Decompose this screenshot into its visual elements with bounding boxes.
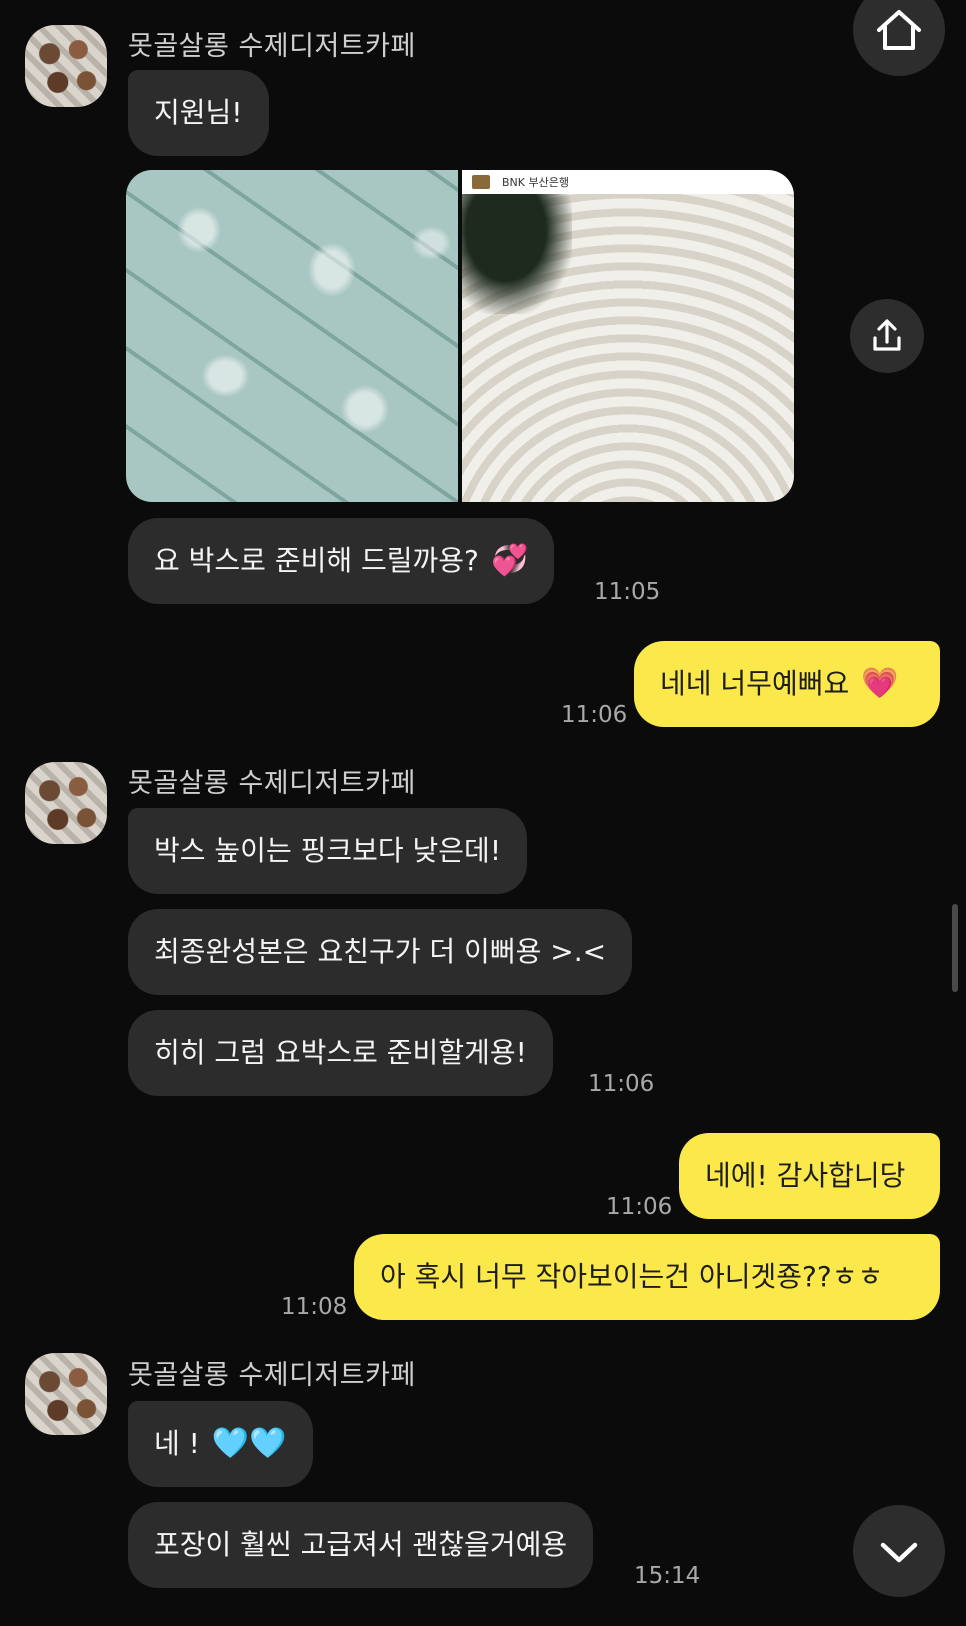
share-icon (873, 319, 901, 351)
sender-name: 못골살롱 수제디저트카페 (128, 768, 416, 799)
message-bubble[interactable]: 네네 너무예뻐요 💗 (634, 641, 940, 727)
hearts-emoji: 💞 (490, 543, 529, 578)
message-bubble[interactable]: 포장이 훨씬 고급져서 괜찮을거예용 (128, 1502, 594, 1588)
sender-name: 못골살롱 수제디저트카페 (128, 31, 416, 62)
sender-name: 못골살롱 수제디저트카페 (128, 1360, 416, 1391)
scrollbar-thumb[interactable] (952, 904, 958, 992)
avatar[interactable] (25, 762, 107, 844)
caption-logo-icon (472, 175, 490, 189)
chevron-down-icon (880, 1542, 918, 1563)
timestamp: 11:05 (594, 579, 661, 605)
message-text: 최종완성본은 요친구가 더 이뻐용 >.< (154, 935, 607, 969)
timestamp: 15:14 (634, 1563, 701, 1589)
message-bubble[interactable]: 네 ! 🩵🩵 (128, 1401, 313, 1487)
timestamp: 11:06 (606, 1194, 673, 1220)
message-text: 네네 너무예뻐요 (660, 667, 850, 701)
scroll-down-button[interactable] (853, 1505, 945, 1597)
message-text: 아 혹시 너무 작아보이는건 아니겟죵??ㅎㅎ (380, 1260, 884, 1294)
message-bubble[interactable]: 아 혹시 너무 작아보이는건 아니겟죵??ㅎㅎ (354, 1234, 940, 1320)
message-text: 포장이 훨씬 고급져서 괜찮을거예용 (154, 1528, 568, 1562)
message-bubble[interactable]: 네에! 감사합니당 (679, 1133, 940, 1219)
avatar[interactable] (25, 1353, 107, 1435)
heart-emoji: 💗 (861, 666, 899, 701)
message-text: 네 ! (154, 1427, 200, 1461)
timestamp: 11:06 (588, 1071, 655, 1097)
message-text: 지원님! (154, 96, 243, 130)
message-text: 요 박스로 준비해 드릴까용? (154, 544, 479, 578)
message-bubble[interactable]: 요 박스로 준비해 드릴까용? 💞 (128, 518, 555, 604)
timestamp: 11:08 (281, 1294, 348, 1320)
message-bubble[interactable]: 히히 그럼 요박스로 준비할게용! (128, 1010, 553, 1096)
share-button[interactable] (850, 299, 924, 373)
home-button[interactable] (853, 0, 945, 76)
caption-text: BNK 부산은행 (502, 176, 569, 189)
message-text: 히히 그럼 요박스로 준비할게용! (154, 1036, 527, 1070)
blue-hearts-emoji: 🩵🩵 (211, 1426, 287, 1461)
home-icon (877, 10, 921, 50)
image-attachment[interactable]: BNK 부산은행 (126, 170, 794, 502)
avatar[interactable] (25, 25, 107, 107)
gift-box-photo[interactable] (126, 170, 458, 502)
message-bubble[interactable]: 박스 높이는 핑크보다 낮은데! (128, 808, 528, 894)
plant-shadow (462, 194, 572, 314)
message-bubble[interactable]: 지원님! (128, 70, 269, 156)
message-bubble[interactable]: 최종완성본은 요친구가 더 이뻐용 >.< (128, 909, 633, 995)
event-boxes-photo[interactable]: BNK 부산은행 (462, 170, 794, 502)
message-text: 박스 높이는 핑크보다 낮은데! (154, 834, 502, 868)
instagram-caption: BNK 부산은행 (462, 170, 794, 194)
timestamp: 11:06 (561, 702, 628, 728)
message-text: 네에! 감사합니당 (705, 1159, 906, 1193)
